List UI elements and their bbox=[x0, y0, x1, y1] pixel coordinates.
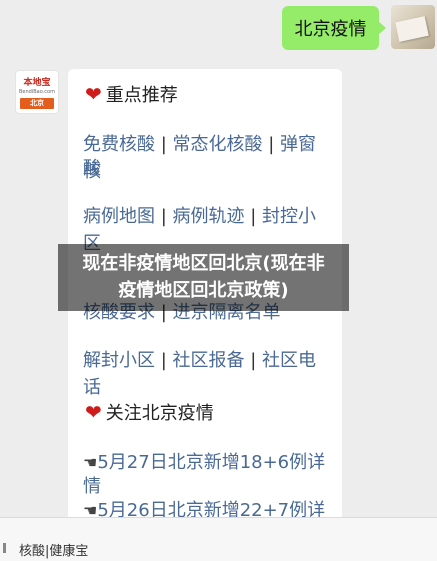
separator: | bbox=[155, 134, 173, 155]
bot-logo-name: 本地宝 bbox=[23, 78, 51, 88]
link-popup-nucleic-cont[interactable]: 酸 bbox=[83, 158, 101, 179]
link-community-report[interactable]: 社区报备 bbox=[173, 350, 245, 371]
heart-icon: ❤ bbox=[85, 400, 102, 424]
link-line: 酸 bbox=[83, 155, 332, 182]
user-message-bubble[interactable]: 北京疫情 bbox=[282, 6, 386, 50]
section-header-beijing: ❤ 关注北京疫情 bbox=[85, 399, 214, 425]
link-news-may27-cont[interactable]: 情 bbox=[83, 476, 101, 497]
news-line: 情 bbox=[83, 473, 332, 500]
section-title: 关注北京疫情 bbox=[105, 403, 214, 424]
avatar-image bbox=[395, 16, 429, 42]
section-header-recommend: ❤ 重点推荐 bbox=[85, 81, 178, 107]
bot-avatar[interactable]: 本地宝 BendiBao.com 北京 bbox=[15, 70, 59, 114]
overlay-title-line-1: 现在非疫情地区回北京(现在非 bbox=[82, 253, 325, 274]
separator: | bbox=[155, 350, 173, 371]
news-line: ☚5月27日北京新增18+6例详 bbox=[83, 449, 332, 476]
separator: | bbox=[244, 206, 263, 227]
link-line: 解封小区 | 社区报备 | 社区电话 bbox=[83, 347, 332, 401]
heart-icon: ❤ bbox=[85, 82, 102, 106]
link-case-map[interactable]: 病例地图 bbox=[83, 206, 155, 227]
user-message-text: 北京疫情 bbox=[294, 19, 367, 40]
separator: | bbox=[262, 134, 281, 155]
bot-logo-city: 北京 bbox=[20, 98, 54, 109]
link-news-may27[interactable]: 5月27日北京新增18+6例详 bbox=[97, 452, 325, 473]
link-regular-nucleic-test[interactable]: 常态化核酸 bbox=[173, 134, 263, 155]
link-unlocked-communities[interactable]: 解封小区 bbox=[83, 350, 155, 371]
pointing-finger-icon: ☚ bbox=[83, 453, 98, 472]
bottom-menu-item[interactable]: 核酸|健康宝 bbox=[19, 540, 88, 559]
separator: | bbox=[155, 206, 173, 227]
user-avatar[interactable] bbox=[391, 5, 435, 49]
overlay-title-line-2: 疫情地区回北京政策) bbox=[118, 280, 289, 301]
bot-logo-site: BendiBao.com bbox=[19, 89, 55, 95]
link-free-nucleic-test[interactable]: 免费核酸 bbox=[83, 134, 155, 155]
link-case-track[interactable]: 病例轨迹 bbox=[173, 206, 245, 227]
title-overlay: 现在非疫情地区回北京(现在非 疫情地区回北京政策) bbox=[58, 244, 349, 311]
menu-divider-icon bbox=[3, 543, 6, 553]
bottom-menu-bar: 核酸|健康宝 bbox=[0, 517, 437, 561]
section-title: 重点推荐 bbox=[105, 85, 178, 106]
separator: | bbox=[244, 350, 263, 371]
